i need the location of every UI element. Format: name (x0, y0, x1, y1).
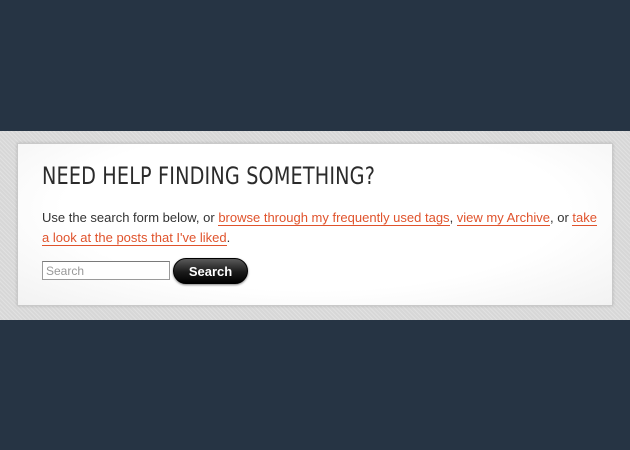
search-help-card: NEED HELP FINDING SOMETHING? Use the sea… (17, 143, 613, 306)
separator-1: , (449, 210, 457, 225)
search-button[interactable]: Search (173, 258, 248, 284)
card-title: NEED HELP FINDING SOMETHING? (42, 162, 376, 190)
sentence-end: . (226, 230, 231, 245)
frequent-tags-link[interactable]: browse through my frequently used tags (218, 210, 450, 226)
intro-text: Use the search form below, or (42, 210, 219, 225)
separator-2: , or (550, 210, 573, 225)
footer-background (0, 320, 630, 450)
search-input[interactable] (42, 261, 170, 280)
header-background (0, 0, 630, 131)
help-text: Use the search form below, or browse thr… (42, 208, 602, 248)
archive-link[interactable]: view my Archive (456, 210, 550, 226)
